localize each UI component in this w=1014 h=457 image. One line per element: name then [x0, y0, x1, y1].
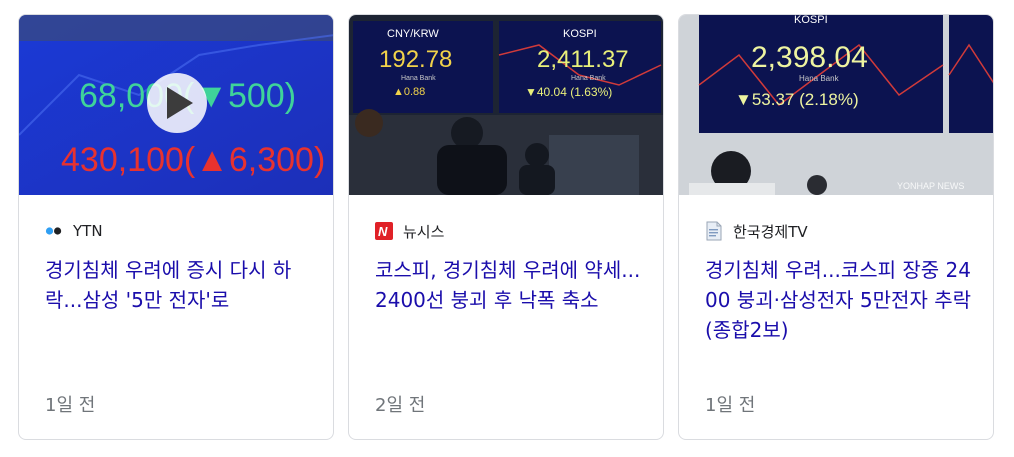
news-headline[interactable]: 경기침체 우려에 증시 다시 하락...삼성 '5만 전자'로 [45, 255, 317, 315]
news-age: 1일 전 [45, 395, 96, 416]
board-label: KOSPI [563, 28, 597, 40]
source-name: 뉴시스 [403, 222, 445, 241]
news-age: 1일 전 [705, 395, 756, 416]
board-value: 2,411.37 [537, 46, 629, 73]
news-card[interactable]: 68,000(▼500) 430,100(▲6,300) YTN 경기침체 우려… [18, 14, 334, 440]
board-label: CNY/KRW [387, 28, 439, 40]
board-change: ▼40.04 (1.63%) [525, 85, 612, 99]
board-bank: Hana Bank [571, 75, 606, 82]
board-label: KOSPI [794, 15, 828, 26]
board-bank: Hana Bank [799, 74, 840, 83]
news-headline[interactable]: 경기침체 우려...코스피 장중 2400 붕괴·삼성전자 5만전자 추락(종합… [705, 255, 977, 345]
ticker-line-2: 430,100(▲6,300) [61, 141, 325, 179]
svg-text:N: N [378, 224, 388, 239]
watermark: YONHAP NEWS [897, 181, 964, 191]
news-thumbnail[interactable]: 68,000(▼500) 430,100(▲6,300) [19, 15, 333, 195]
board-change: ▲0.88 [393, 86, 425, 98]
board-value: 192.78 [379, 46, 452, 73]
generic-document-icon [705, 221, 723, 241]
board-change: ▼53.37 (2.18%) [735, 90, 859, 109]
news-card[interactable]: CNY/KRW 192.78 Hana Bank ▲0.88 KOSPI 2,4… [348, 14, 664, 440]
newsis-logo-icon: N [375, 222, 393, 240]
news-source: N 뉴시스 [375, 220, 444, 242]
board-value: 2,398.04 [751, 41, 868, 74]
source-name: 한국경제TV [733, 222, 808, 241]
ytn-logo-icon [45, 222, 63, 240]
board-bank: Hana Bank [401, 75, 436, 82]
news-thumbnail[interactable]: CNY/KRW 192.78 Hana Bank ▲0.88 KOSPI 2,4… [349, 15, 663, 195]
play-button[interactable] [147, 73, 207, 133]
news-source: YTN [45, 220, 103, 242]
news-thumbnail[interactable]: KOSPI 2,398.04 Hana Bank ▼53.37 (2.18%) … [679, 15, 993, 195]
news-headline[interactable]: 코스피, 경기침체 우려에 약세...2400선 붕괴 후 낙폭 축소 [375, 255, 647, 315]
news-age: 2일 전 [375, 395, 426, 416]
top-stories-carousel: 68,000(▼500) 430,100(▲6,300) YTN 경기침체 우려… [0, 0, 1014, 457]
source-name: YTN [73, 222, 103, 240]
news-source: 한국경제TV [705, 220, 808, 242]
news-card[interactable]: KOSPI 2,398.04 Hana Bank ▼53.37 (2.18%) … [678, 14, 994, 440]
